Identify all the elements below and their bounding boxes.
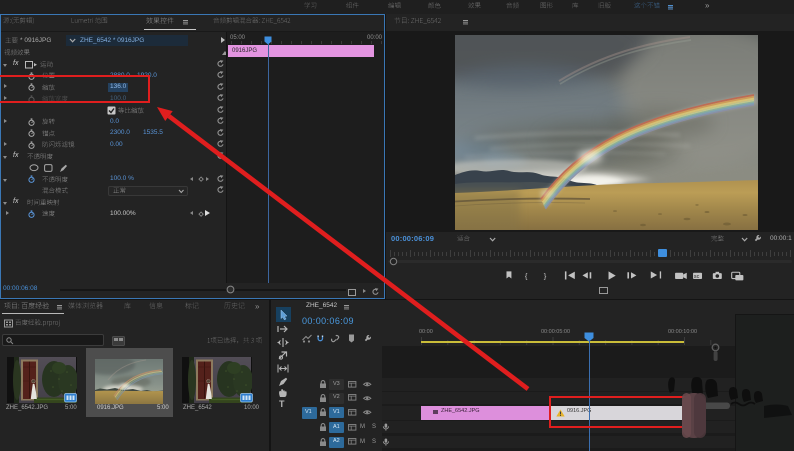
svg-text:{: { bbox=[525, 272, 528, 281]
svg-text:sc: sc bbox=[694, 274, 700, 280]
svg-text:}: } bbox=[544, 272, 547, 281]
